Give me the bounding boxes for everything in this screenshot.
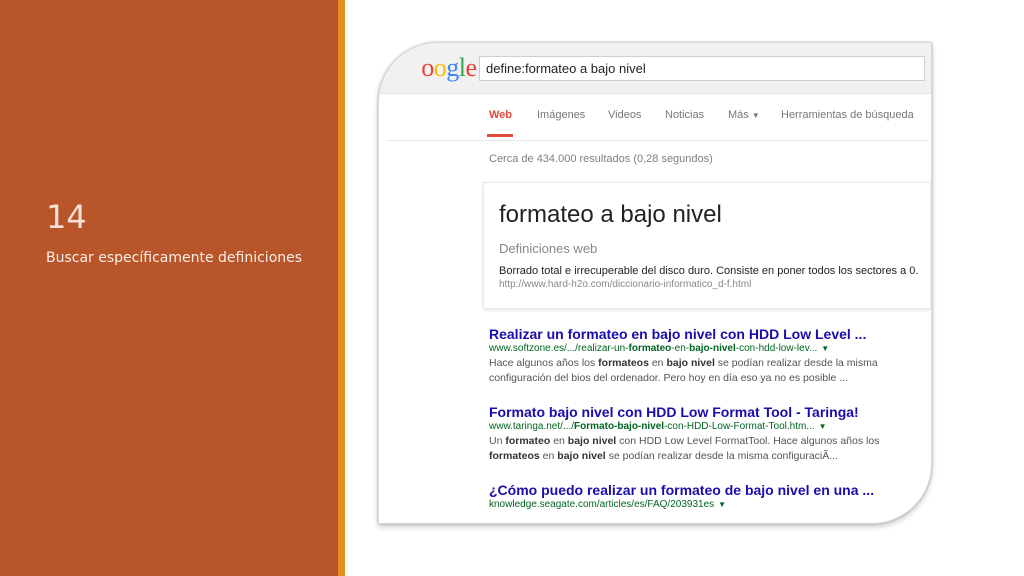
caret-down-icon[interactable]: ▼ — [819, 422, 827, 431]
active-tab-indicator — [487, 134, 513, 137]
google-screenshot: Google define:formateo a bajo nivel Web … — [378, 42, 932, 524]
search-result: ¿Cómo puedo realizar un formateo de bajo… — [489, 482, 919, 510]
result-url-text: www.softzone.es/.../realizar-un-formateo… — [489, 343, 818, 354]
left-panel — [0, 0, 338, 576]
result-snippet-line: formateos en bajo nivel se podían realiz… — [489, 450, 839, 462]
tab-more-label: Más — [728, 109, 749, 121]
chevron-down-icon: ▼ — [751, 110, 760, 120]
result-url-text: knowledge.seagate.com/articles/es/FAQ/20… — [489, 499, 715, 510]
definition-source-url[interactable]: http://www.hard-h2o.com/diccionario-info… — [499, 279, 751, 290]
caret-down-icon[interactable]: ▼ — [718, 500, 726, 509]
tab-images[interactable]: Imágenes — [537, 109, 585, 121]
result-snippet-line: Un formateo en bajo nivel con HDD Low Le… — [489, 435, 880, 447]
search-result: Realizar un formateo en bajo nivel con H… — [489, 326, 919, 386]
tab-more[interactable]: Más ▼ — [728, 109, 760, 121]
tab-search-tools[interactable]: Herramientas de búsqueda — [781, 109, 914, 121]
result-url[interactable]: www.softzone.es/.../realizar-un-formateo… — [489, 343, 919, 354]
result-snippet-line: Hace algunos años los formateos en bajo … — [489, 357, 878, 369]
tabs-divider — [387, 140, 927, 141]
definition-label[interactable]: Definiciones web — [499, 241, 597, 256]
result-url[interactable]: www.taringa.net/.../Formato-bajo-nivel-c… — [489, 421, 919, 432]
result-url-text: www.taringa.net/.../Formato-bajo-nivel-c… — [489, 421, 815, 432]
results-stats: Cerca de 434.000 resultados (0,28 segund… — [489, 153, 713, 165]
definition-term: formateo a bajo nivel — [499, 201, 722, 228]
search-result: Formato bajo nivel con HDD Low Format To… — [489, 404, 919, 464]
slide-number: 14 — [46, 198, 87, 236]
google-logo[interactable]: Google — [403, 53, 477, 83]
accent-bar — [338, 0, 345, 576]
result-title-link[interactable]: Formato bajo nivel con HDD Low Format To… — [489, 404, 919, 420]
definition-card: formateo a bajo nivel Definiciones web B… — [483, 182, 931, 309]
tab-news[interactable]: Noticias — [665, 109, 704, 121]
caret-down-icon[interactable]: ▼ — [821, 344, 829, 353]
search-input[interactable]: define:formateo a bajo nivel — [479, 56, 925, 81]
tab-web[interactable]: Web — [489, 109, 512, 121]
result-title-link[interactable]: ¿Cómo puedo realizar un formateo de bajo… — [489, 482, 919, 498]
slide-subtitle: Buscar específicamente definiciones — [46, 250, 303, 266]
result-title-link[interactable]: Realizar un formateo en bajo nivel con H… — [489, 326, 919, 342]
result-snippet-line: configuración del bios del ordenador. Pe… — [489, 372, 848, 384]
search-header: Google define:formateo a bajo nivel — [379, 43, 931, 94]
tab-videos[interactable]: Videos — [608, 109, 641, 121]
definition-text: Borrado total e irrecuperable del disco … — [499, 265, 919, 277]
result-url[interactable]: knowledge.seagate.com/articles/es/FAQ/20… — [489, 499, 919, 510]
